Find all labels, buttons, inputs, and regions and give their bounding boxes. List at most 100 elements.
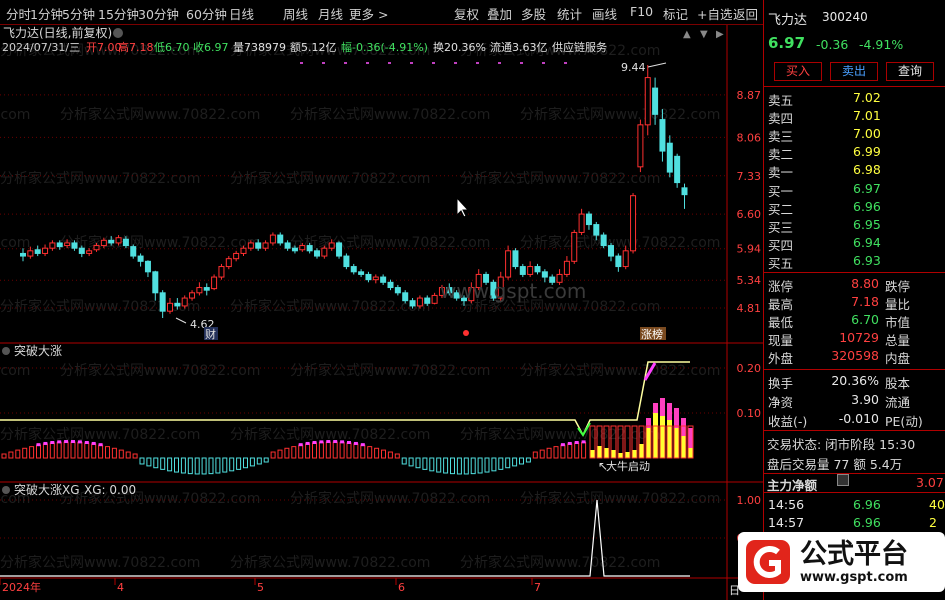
candle-body (20, 252, 26, 257)
ask-label: 卖一 (768, 165, 794, 180)
date-label: 7 (534, 581, 541, 594)
tool-button-0[interactable]: 复权 (454, 4, 479, 23)
ask-label: 卖五 (768, 93, 794, 108)
indicator1-bar (125, 451, 131, 459)
indicator1-ybar (625, 452, 630, 458)
indicator1-bar-cap (43, 441, 48, 445)
last-price: 6.97 (768, 34, 806, 52)
indicator1-ybar (674, 428, 679, 458)
chart-title: 飞力达(日线,前复权) (3, 25, 112, 40)
indicator1-bar-cap (319, 440, 324, 444)
tool-button-5[interactable]: F10 (630, 4, 653, 19)
indicator1-bar (36, 444, 41, 459)
indicator1-bar (581, 441, 587, 459)
top-dot (300, 62, 303, 64)
candle-body (255, 242, 262, 249)
candle-body (534, 266, 541, 273)
divider (764, 369, 945, 370)
quote-panel: 飞力达 300240 6.97 -0.36 -4.91% 买入 卖出 查询 卖五… (763, 0, 945, 600)
indicator1-bar (105, 446, 110, 459)
fund-label-2: 股本 (885, 376, 911, 391)
top-dot (344, 62, 347, 64)
stat-label-2: 跌停 (885, 279, 911, 294)
period-tab-7[interactable]: 周线 (283, 4, 308, 23)
period-tab-6[interactable]: 日线 (229, 4, 254, 23)
candle-body (571, 231, 578, 262)
indicator1-bar (429, 457, 435, 472)
period-tab-8[interactable]: 月线 (318, 4, 343, 23)
query-button[interactable]: 查询 (886, 62, 934, 81)
top-dot (564, 62, 567, 64)
tool-button-2[interactable]: 多股 (521, 4, 546, 23)
candle-body (233, 252, 240, 260)
stock-code: 300240 (822, 10, 868, 24)
period-tab-0[interactable]: 分时 (6, 4, 31, 23)
tool-button-7[interactable]: +自选 (697, 4, 732, 23)
indicator1-bar (174, 457, 179, 473)
indicator1-ybar (660, 416, 665, 458)
period-tab-9[interactable]: 更多 > (349, 4, 388, 23)
watermark-text: 分析家公式网www.70822.com (60, 362, 260, 379)
indicator1-bar-cap (77, 440, 82, 444)
candle-body (27, 250, 34, 257)
period-tab-2[interactable]: 5分钟 (62, 4, 95, 23)
price-axis-label: 8.87 (737, 89, 762, 102)
period-tab-3[interactable]: 15分钟 (98, 4, 139, 23)
indicator1-bar (305, 443, 311, 459)
candle-body (174, 302, 181, 307)
indicator1-ybar (632, 450, 637, 458)
indicator1-bar-cap (298, 443, 303, 447)
indicator1-bar (160, 457, 166, 470)
ask-price: 7.02 (853, 90, 881, 105)
period-tab-5[interactable]: 60分钟 (186, 4, 227, 23)
indicator2-xg: XG: 0.00 (84, 483, 136, 497)
tool-button-3[interactable]: 统计 (557, 4, 582, 23)
indicator1-bar (339, 441, 345, 459)
candle-body (284, 242, 291, 249)
indicator1-bar (249, 457, 255, 467)
indicator1-bar-cap (50, 441, 55, 445)
candle-body (372, 276, 379, 281)
sell-button[interactable]: 卖出 (830, 62, 878, 81)
tick-time: 14:56 (768, 497, 805, 512)
flow-menu-icon[interactable] (837, 474, 849, 486)
price-axis-label: 5.94 (737, 243, 762, 256)
price-axis-label: 4.81 (737, 302, 762, 315)
tool-button-6[interactable]: 标记 (663, 4, 688, 23)
bid-price: 6.97 (853, 181, 881, 196)
candle-body (512, 250, 519, 268)
stat-label-2: 内盘 (885, 351, 911, 366)
watermark-text: 分析家公式网www.70822.com (520, 106, 720, 123)
candle-body (218, 266, 225, 278)
candle-body (674, 155, 681, 184)
candle-body (100, 239, 107, 247)
indicator1-bar (477, 457, 483, 474)
bid-price: 6.95 (853, 217, 881, 232)
ask-price: 6.98 (853, 162, 881, 177)
watermark-text: 分析家公式网www.70822.com (0, 426, 200, 443)
indicator1-bar (491, 457, 497, 472)
divider (764, 492, 945, 493)
period-tab-1[interactable]: 1分钟 (30, 4, 63, 23)
indicator1-bar (167, 457, 173, 472)
date-label: 5 (257, 581, 264, 594)
candle-body (358, 271, 365, 275)
tool-button-4[interactable]: 画线 (592, 4, 617, 23)
buy-button[interactable]: 买入 (774, 62, 822, 81)
stat-label: 最高 (768, 297, 794, 312)
info-low: 低6.70 (154, 41, 190, 54)
period-toolbar: 分时 1分钟 5分钟 15分钟 30分钟 60分钟 日线 周线 月线 更多 > 复权 叠加 多股 统计 画线… (0, 0, 763, 25)
mouse-cursor-icon (456, 196, 470, 218)
stat-label: 现量 (768, 333, 794, 348)
indicator1-ybar (653, 413, 658, 458)
period-tab-4[interactable]: 30分钟 (138, 4, 179, 23)
candlestick-chart[interactable]: 分析家公式网www.70822.com 分析家公式网www.70822.com 分析… (0, 25, 763, 600)
ask-label: 卖三 (768, 129, 794, 144)
tool-button-8[interactable]: 返回 (733, 4, 758, 23)
tool-button-1[interactable]: 叠加 (487, 4, 512, 23)
candle-body (578, 213, 585, 233)
fund-value: 3.90 (851, 392, 879, 407)
indicator1-bar (139, 457, 145, 465)
indicator2-menu-icon (2, 486, 10, 494)
candle-body (350, 266, 357, 273)
